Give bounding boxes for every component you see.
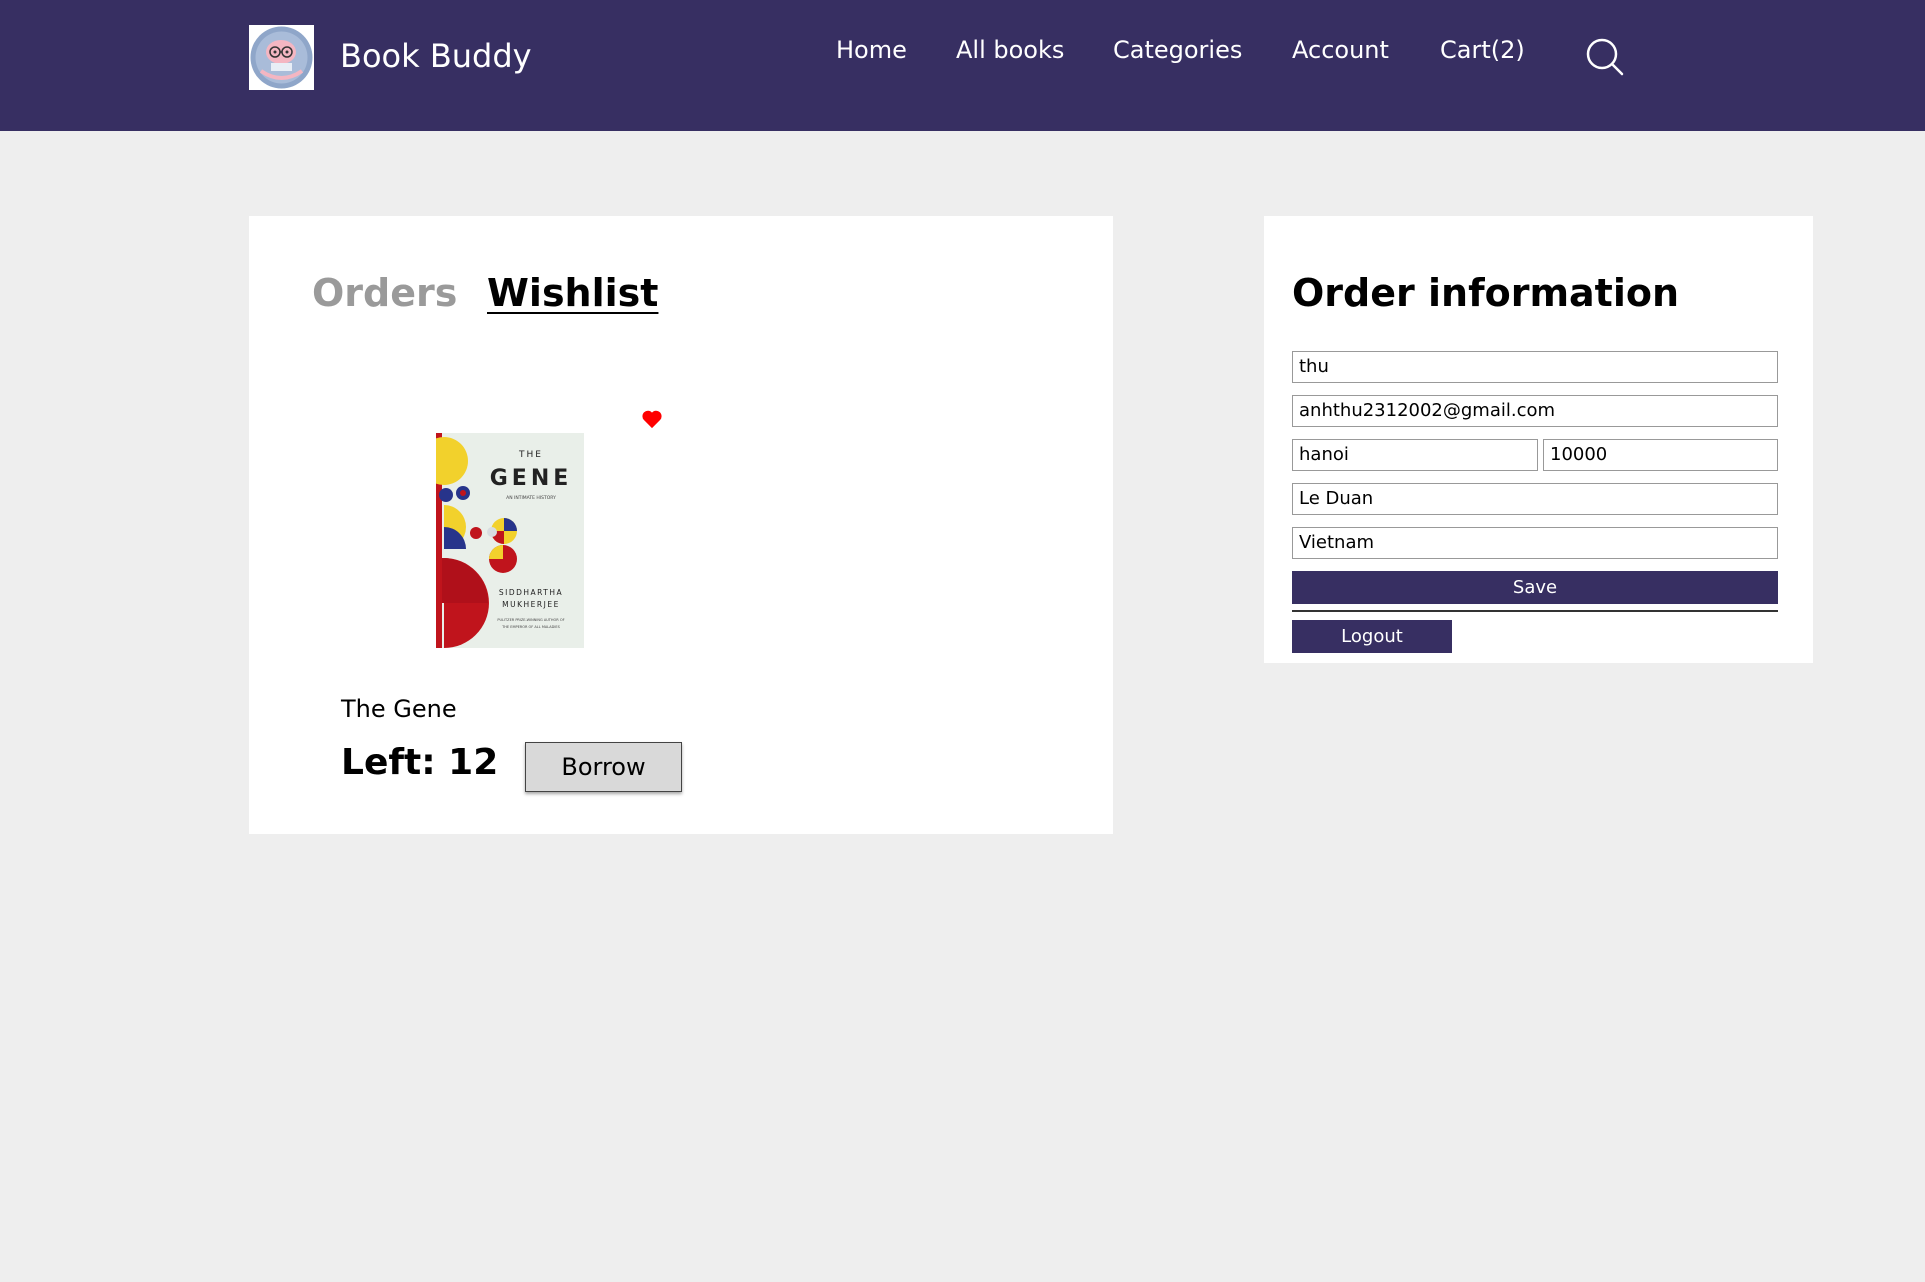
heart-icon[interactable] xyxy=(641,409,663,429)
svg-text:SIDDHARTHA: SIDDHARTHA xyxy=(499,588,563,597)
nav-home[interactable]: Home xyxy=(836,36,907,64)
wishlist-panel: Orders Wishlist THE GENE AN INTIMATE HIS… xyxy=(249,216,1113,834)
svg-text:MUKHERJEE: MUKHERJEE xyxy=(502,600,560,609)
nav-cart[interactable]: Cart(2) xyxy=(1440,36,1525,64)
city-field[interactable]: hanoi xyxy=(1292,439,1538,471)
search-icon[interactable] xyxy=(1584,36,1624,76)
divider xyxy=(1292,610,1778,612)
country-field[interactable]: Vietnam xyxy=(1292,527,1778,559)
nav-categories[interactable]: Categories xyxy=(1113,36,1242,64)
svg-text:THE: THE xyxy=(518,450,543,460)
order-information-panel: Order information thu anhthu2312002@gmai… xyxy=(1264,216,1813,663)
borrow-button[interactable]: Borrow xyxy=(525,742,682,792)
email-field[interactable]: anhthu2312002@gmail.com xyxy=(1292,395,1778,427)
top-navbar: Book Buddy Home All books Categories Acc… xyxy=(0,0,1925,131)
book-title[interactable]: The Gene xyxy=(341,695,457,723)
svg-text:AN INTIMATE HISTORY: AN INTIMATE HISTORY xyxy=(506,495,556,501)
nav-all-books[interactable]: All books xyxy=(956,36,1064,64)
save-button[interactable]: Save xyxy=(1292,571,1778,604)
street-field[interactable]: Le Duan xyxy=(1292,483,1778,515)
svg-text:PULITZER PRIZE-WINNING AUTHOR: PULITZER PRIZE-WINNING AUTHOR OF xyxy=(497,618,564,622)
tab-orders[interactable]: Orders xyxy=(312,271,457,315)
logout-button[interactable]: Logout xyxy=(1292,620,1452,653)
stock-left-count: Left: 12 xyxy=(341,742,499,783)
brand-logo[interactable] xyxy=(249,25,314,90)
name-field[interactable]: thu xyxy=(1292,351,1778,383)
svg-text:GENE: GENE xyxy=(490,466,573,491)
book-cover[interactable]: THE GENE AN INTIMATE HISTORY SIDDHARTHA … xyxy=(420,433,584,648)
nav-account[interactable]: Account xyxy=(1292,36,1389,64)
order-information-title: Order information xyxy=(1292,271,1680,315)
logo-image xyxy=(250,26,313,89)
postal-code-field[interactable]: 10000 xyxy=(1543,439,1778,471)
tab-wishlist[interactable]: Wishlist xyxy=(487,271,658,315)
brand-name[interactable]: Book Buddy xyxy=(340,37,532,75)
svg-text:THE EMPEROR OF ALL MALADIES: THE EMPEROR OF ALL MALADIES xyxy=(501,625,560,629)
